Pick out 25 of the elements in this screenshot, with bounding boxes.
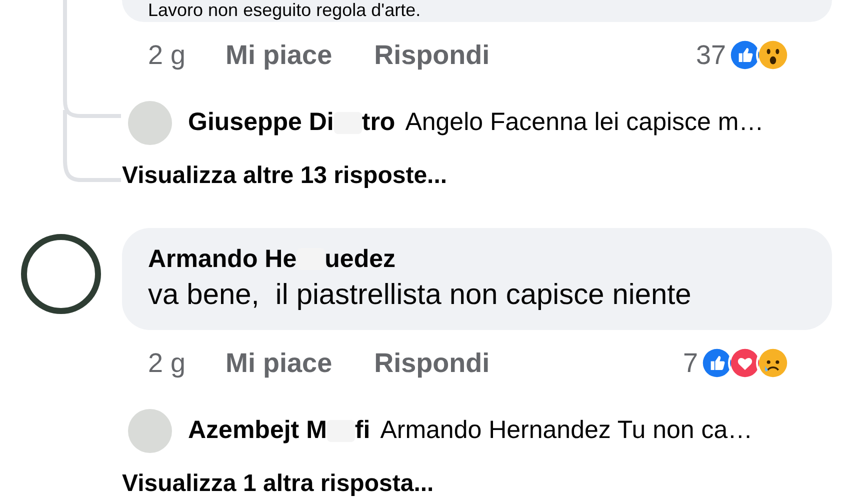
like-link[interactable]: Mi piace xyxy=(226,34,332,76)
reaction-count: 7 xyxy=(682,346,698,380)
time-ago: 2 g xyxy=(148,346,186,380)
time-ago: 2 g xyxy=(148,38,186,72)
reply-preview: Angelo Facenna lei capisce m… xyxy=(405,107,764,138)
author-name[interactable]: fi xyxy=(354,412,370,450)
author-name[interactable]: tro xyxy=(362,104,396,142)
heart-icon xyxy=(728,346,762,380)
comment-text: va bene, il piastrellista non capisce niente xyxy=(148,278,692,313)
reply-link[interactable]: Rispondi xyxy=(374,342,490,384)
author-name[interactable]: uedez xyxy=(324,242,396,276)
author-name[interactable]: Giuseppe Di xyxy=(188,104,334,142)
sad-face-icon xyxy=(756,346,790,380)
thumbs-up-icon xyxy=(728,38,762,72)
more-replies-link[interactable]: Visualizza altre 13 risposte... xyxy=(122,156,860,196)
reply-preview: Armando Hernandez Tu non ca… xyxy=(380,415,753,446)
author-name[interactable]: Armando He xyxy=(148,242,297,276)
surprised-face-icon xyxy=(756,38,790,72)
more-replies-link[interactable]: Visualizza 1 altra risposta... xyxy=(122,464,860,500)
like-link[interactable]: Mi piace xyxy=(226,342,332,384)
reply-link[interactable]: Rispondi xyxy=(374,34,490,76)
reaction-count: 37 xyxy=(696,38,726,72)
comment-text: Lavoro non eseguito regola d'arte. xyxy=(148,0,422,20)
thumbs-up-icon xyxy=(700,346,734,380)
author-name[interactable]: Azembejt M xyxy=(188,412,327,450)
